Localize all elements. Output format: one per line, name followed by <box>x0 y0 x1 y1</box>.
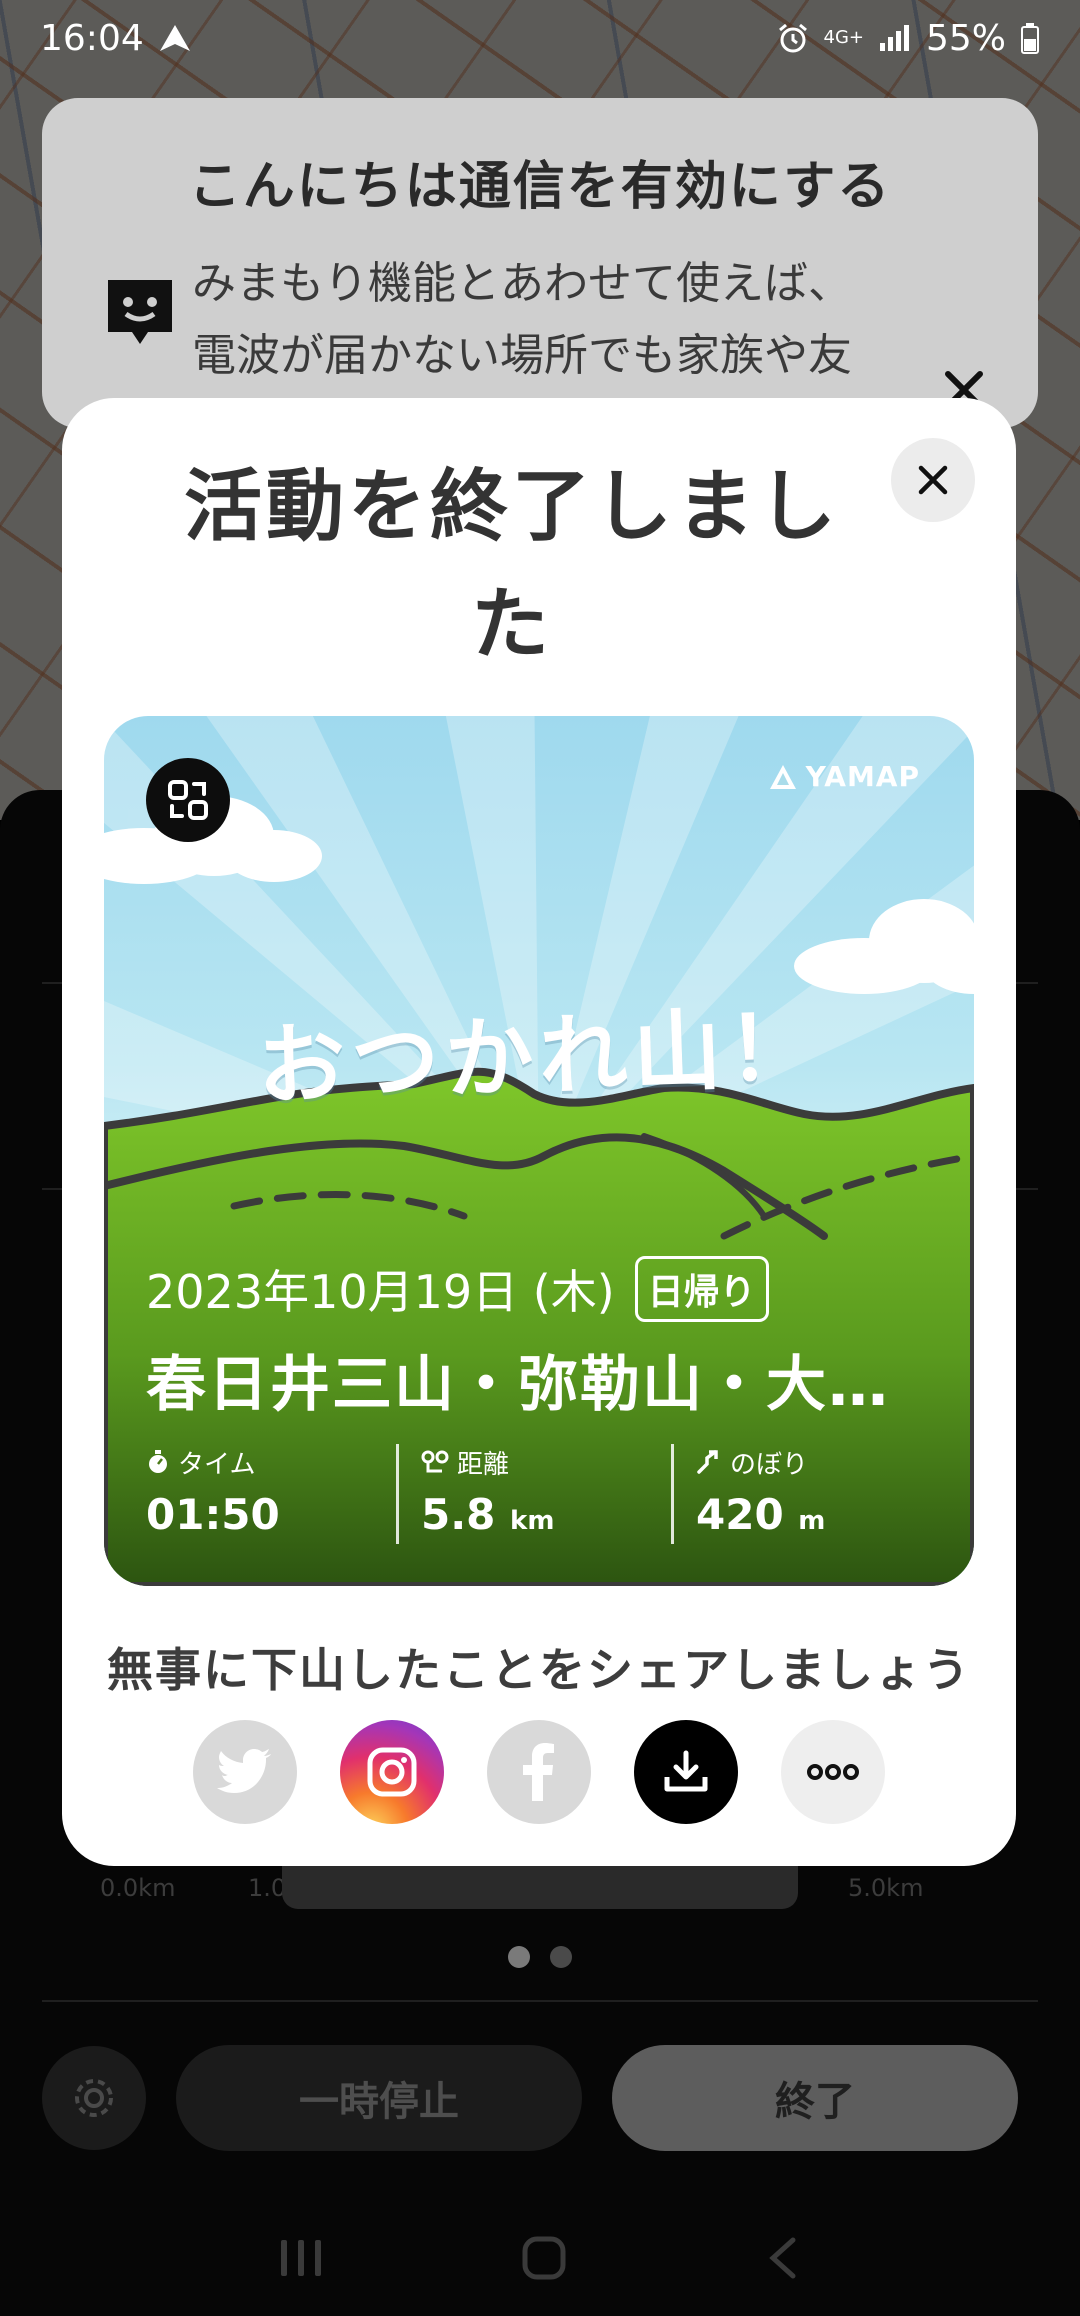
x-axis-label: 0.0km <box>100 1874 176 1902</box>
stat-label: のぼり <box>696 1444 946 1480</box>
end-button[interactable]: 終了 <box>612 2045 1018 2151</box>
download-icon <box>664 1750 708 1792</box>
network-type: 4G+ <box>823 27 864 48</box>
share-twitter-button[interactable] <box>193 1720 297 1824</box>
notification-body-line: みまもり機能とあわせて使えば、 <box>192 258 852 309</box>
activity-summary-card[interactable]: YAMAP おつかれ山！ 2023年10月19日 (木) 日帰り 春日井三山・弥… <box>104 716 974 1586</box>
stat-time: タイム 01:50 <box>146 1444 396 1544</box>
more-share-button[interactable] <box>781 1720 885 1824</box>
status-bar: 16:04 4G+ 55% <box>0 0 1080 76</box>
status-time: 16:04 <box>40 17 144 59</box>
instagram-icon <box>367 1747 417 1797</box>
stat-label-text: タイム <box>178 1449 256 1480</box>
stat-value: 01:50 <box>146 1490 396 1539</box>
pause-button[interactable]: 一時停止 <box>176 2045 582 2151</box>
divider <box>42 2000 1038 2002</box>
stat-number: 5.8 <box>421 1490 496 1539</box>
home-icon[interactable] <box>520 2234 568 2282</box>
alarm-icon <box>778 23 807 53</box>
chart-tooltip <box>282 1865 798 1909</box>
stat-number: 01:50 <box>146 1490 280 1539</box>
more-icon <box>807 1764 859 1780</box>
share-instagram-button[interactable] <box>340 1720 444 1824</box>
signal-icon <box>879 25 909 51</box>
page-dot <box>508 1946 530 1968</box>
back-icon[interactable] <box>763 2234 803 2282</box>
page-indicator <box>0 1946 1080 1968</box>
brand-logo: YAMAP <box>768 760 920 793</box>
comm-notification-card[interactable]: こんにちは通信を有効にする みまもり機能とあわせて使えば、 電波が届かない場所で… <box>42 98 1038 428</box>
brand-name: YAMAP <box>805 760 920 793</box>
stat-value: 420 m <box>696 1490 946 1539</box>
system-nav-bar <box>0 2200 1080 2316</box>
notification-title: こんにちは通信を有効にする <box>188 157 892 217</box>
share-facebook-button[interactable] <box>487 1720 591 1824</box>
stat-unit: m <box>798 1506 826 1536</box>
battery-icon <box>1021 23 1039 54</box>
swap-icon <box>168 780 208 820</box>
stat-ascent: のぼり 420 m <box>671 1444 946 1544</box>
date-row: 2023年10月19日 (木) 日帰り <box>146 1256 769 1322</box>
page-dot <box>550 1946 572 1968</box>
activity-stats: タイム 01:50 距離 5.8 km のぼり 420 m <box>146 1444 946 1544</box>
stopwatch-icon <box>149 1450 167 1473</box>
share-buttons <box>193 1720 885 1824</box>
dialog-title: 活動を終了しました <box>183 462 840 670</box>
navigation-icon <box>159 25 190 51</box>
stat-label: 距離 <box>421 1444 671 1480</box>
close-icon <box>918 465 948 495</box>
download-button[interactable] <box>634 1720 738 1824</box>
gear-icon <box>75 2079 113 2117</box>
yamap-logo-icon <box>769 764 796 789</box>
activity-controls: 一時停止 終了 <box>42 2044 1038 2152</box>
x-axis-label: 5.0km <box>848 1874 924 1902</box>
activity-date: 2023年10月19日 (木) <box>146 1265 615 1319</box>
settings-button[interactable] <box>42 2046 146 2150</box>
trip-type-badge: 日帰り <box>634 1256 769 1322</box>
stat-unit: km <box>510 1506 555 1536</box>
mimamori-icon <box>108 280 172 344</box>
stat-value: 5.8 km <box>421 1490 671 1539</box>
x-axis-label: 1.0 <box>248 1874 287 1902</box>
dialog-close-button[interactable] <box>891 438 975 522</box>
stat-label: タイム <box>146 1444 396 1480</box>
recent-apps-icon[interactable] <box>277 2236 325 2280</box>
ascent-icon <box>697 1450 718 1474</box>
activity-finished-dialog: 活動を終了しました YAMAP おつかれ山！ 2023年10月19日 (木) 日… <box>62 398 1016 1866</box>
share-prompt: 無事に下山したことをシェアしましょう <box>107 1643 971 1697</box>
stat-distance: 距離 5.8 km <box>396 1444 671 1544</box>
twitter-icon <box>217 1749 271 1793</box>
stat-number: 420 <box>696 1490 784 1539</box>
route-name: 春日井三山・弥勒山・大… <box>146 1350 890 1420</box>
distance-pin-icon <box>421 1450 449 1473</box>
battery-percent: 55% <box>925 17 1006 59</box>
facebook-icon <box>523 1743 554 1801</box>
notification-body: みまもり機能とあわせて使えば、 電波が届かない場所でも家族や友 <box>192 248 952 392</box>
notification-body-line: 電波が届かない場所でも家族や友 <box>192 330 852 381</box>
switch-card-button[interactable] <box>146 758 230 842</box>
stat-label-text: 距離 <box>457 1449 510 1480</box>
stat-label-text: のぼり <box>730 1449 809 1480</box>
